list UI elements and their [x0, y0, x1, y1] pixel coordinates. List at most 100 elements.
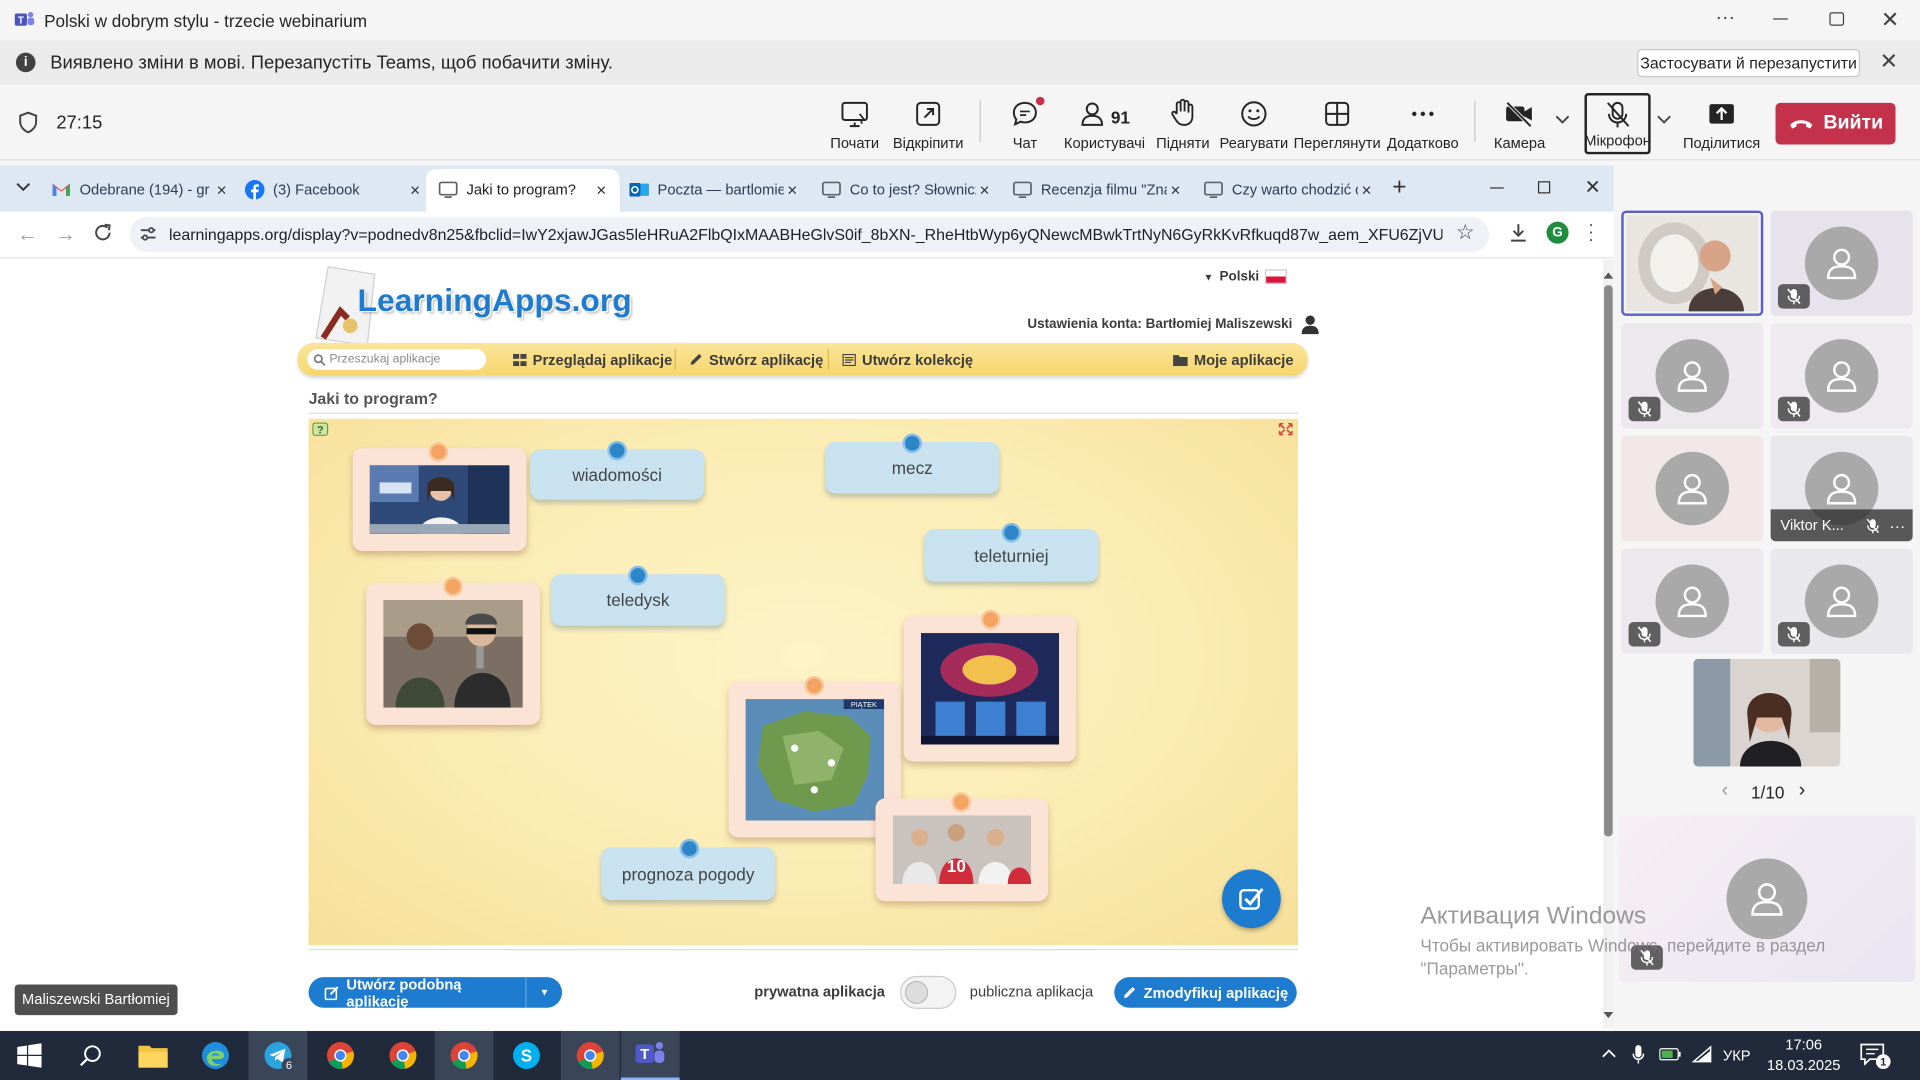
browser-tab-czy-warto[interactable]: Czy warto chodzić d × [1204, 171, 1375, 208]
check-answers-button[interactable] [1222, 869, 1281, 929]
camera-button[interactable]: Камера [1487, 96, 1553, 152]
chrome-button[interactable] [311, 1031, 370, 1080]
more-options-icon[interactable]: ··· [1712, 7, 1739, 31]
label-connector-dot[interactable] [1001, 522, 1022, 543]
wifi-icon[interactable] [1691, 1045, 1713, 1063]
notifications-button[interactable]: 1 [1860, 1043, 1891, 1069]
battery-icon[interactable] [1659, 1047, 1681, 1062]
camera-options-chevron-icon[interactable] [1555, 115, 1570, 125]
nav-browse-apps[interactable]: Przeglądaj aplikacje [513, 349, 672, 370]
image-connector-dot[interactable] [428, 442, 449, 462]
profile-avatar[interactable]: G [1546, 221, 1569, 244]
create-similar-dropdown-icon[interactable]: ▼ [525, 977, 562, 1008]
help-icon[interactable]: ? [312, 422, 329, 439]
image-connector-dot[interactable] [443, 576, 463, 597]
next-page-icon[interactable]: › [1799, 780, 1806, 802]
close-tab-icon[interactable]: × [1358, 180, 1375, 200]
create-similar-app-button[interactable]: Utwórz podobną aplikację ▼ [308, 975, 563, 1010]
close-tab-icon[interactable]: × [407, 180, 424, 200]
browser-tab-slownik[interactable]: Co to jest? Słownicz × [822, 171, 993, 208]
modify-app-button[interactable]: Zmodyfikuj aplikację [1114, 977, 1297, 1008]
participant-tile-presenter-video[interactable] [1621, 210, 1764, 316]
browser-minimize-button[interactable] [1490, 187, 1504, 189]
chrome-profile-button[interactable] [373, 1031, 432, 1080]
tray-overflow-chevron-icon[interactable] [1602, 1048, 1617, 1058]
page-scrollbar-thumb[interactable] [1604, 285, 1613, 837]
browser-tab-active[interactable]: Jaki to program? × [438, 171, 609, 208]
reload-icon[interactable] [93, 223, 113, 243]
telegram-button[interactable]: 6 [248, 1031, 308, 1080]
image-connector-dot[interactable] [951, 792, 972, 812]
tray-mic-icon[interactable] [1632, 1044, 1645, 1064]
back-arrow-icon[interactable]: ← [17, 223, 38, 247]
participant-tile-viktor[interactable]: Viktor K... ··· [1770, 435, 1913, 542]
nav-create-app[interactable]: Stwórz aplikację [689, 349, 823, 370]
apply-restart-button[interactable]: Застосувати й перезапустити [1637, 48, 1861, 78]
learningapps-search[interactable]: Przeszukaj aplikacje [307, 348, 487, 370]
label-connector-dot[interactable] [607, 440, 627, 461]
new-tab-button[interactable]: + [1392, 174, 1406, 202]
react-button[interactable]: Реагувати [1220, 96, 1288, 152]
image-connector-dot[interactable] [804, 675, 825, 696]
users-button[interactable]: 91 Користувачі [1063, 96, 1146, 152]
raise-hand-button[interactable]: Підняти [1155, 96, 1211, 152]
nav-create-collection[interactable]: Utwórz kolekcję [842, 349, 973, 370]
image-connector-dot[interactable] [980, 609, 1001, 630]
account-settings-link[interactable]: Ustawienia konta: Bartłomiej Maliszewski [1027, 315, 1320, 335]
browser-close-button[interactable]: ✕ [1584, 175, 1600, 199]
close-tab-icon[interactable]: × [784, 180, 801, 200]
participant-tile[interactable] [1621, 435, 1764, 542]
download-icon[interactable] [1509, 223, 1529, 243]
news-anchor-image-card[interactable] [352, 448, 527, 552]
close-tab-icon[interactable]: × [213, 180, 230, 200]
site-settings-icon[interactable] [138, 224, 158, 244]
prev-page-icon[interactable]: ‹ [1722, 780, 1729, 802]
browser-menu-icon[interactable]: · · · [1588, 216, 1594, 248]
browser-restore-button[interactable] [1537, 181, 1551, 194]
mic-button[interactable]: Мікрофон [1584, 93, 1651, 155]
close-window-button[interactable]: ✕ [1881, 9, 1901, 31]
search-button[interactable] [61, 1031, 120, 1080]
browser-tab-outlook[interactable]: Poczta — bartlomiej × [629, 171, 800, 208]
edge-button[interactable] [186, 1031, 245, 1080]
browser-tab-recenzja[interactable]: Recenzja filmu "Znac × [1013, 171, 1184, 208]
page-scrollbar-down-icon[interactable] [1603, 1011, 1614, 1021]
nav-my-apps[interactable]: Moje aplikacje [1173, 349, 1294, 370]
more-button[interactable]: Додатково [1386, 96, 1459, 152]
view-button[interactable]: Переглянути [1294, 96, 1381, 152]
fullscreen-icon[interactable] [1278, 422, 1293, 436]
label-connector-dot[interactable] [679, 838, 700, 859]
label-connector-dot[interactable] [628, 565, 648, 586]
chrome-profile-button[interactable] [560, 1031, 620, 1080]
file-explorer-button[interactable] [124, 1031, 183, 1080]
start-share-button[interactable]: Почати [823, 96, 887, 152]
restore-button[interactable] [1829, 12, 1845, 26]
participant-tile[interactable] [1770, 210, 1913, 316]
language-selector[interactable]: ▼ Polski [1204, 269, 1288, 285]
participant-tile[interactable] [1621, 323, 1764, 429]
taskbar-clock[interactable]: 17:06 18.03.2025 [1763, 1035, 1844, 1077]
start-button[interactable] [0, 1031, 59, 1080]
learningapps-logo[interactable]: LearningApps.org [358, 282, 632, 320]
close-tab-icon[interactable]: × [976, 180, 993, 200]
dismiss-notification-button[interactable]: ✕ [1880, 49, 1898, 75]
tab-list-chevron-icon[interactable] [16, 182, 31, 192]
football-match-image-card[interactable]: 10 [875, 798, 1049, 902]
close-tab-icon[interactable]: × [593, 180, 610, 200]
forward-arrow-icon[interactable]: → [55, 223, 76, 247]
minimize-button[interactable] [1773, 18, 1788, 20]
rapper-image-card[interactable] [366, 582, 541, 725]
quiz-show-image-card[interactable] [903, 615, 1077, 762]
share-button[interactable]: Поділитися [1682, 96, 1760, 152]
input-language-indicator[interactable]: УКР [1723, 1047, 1751, 1064]
participant-tile[interactable] [1770, 548, 1913, 654]
self-view-tile[interactable] [1618, 815, 1916, 983]
teams-taskbar-button[interactable]: T [620, 1031, 680, 1080]
participant-more-icon[interactable]: ··· [1889, 516, 1905, 534]
mic-options-chevron-icon[interactable] [1657, 115, 1672, 125]
leave-button[interactable]: Вийти [1775, 102, 1896, 145]
label-connector-dot[interactable] [902, 433, 923, 454]
chrome-profile-button[interactable] [434, 1031, 494, 1080]
participant-tile[interactable] [1621, 548, 1764, 654]
bookmark-star-icon[interactable]: ☆ [1456, 220, 1475, 244]
